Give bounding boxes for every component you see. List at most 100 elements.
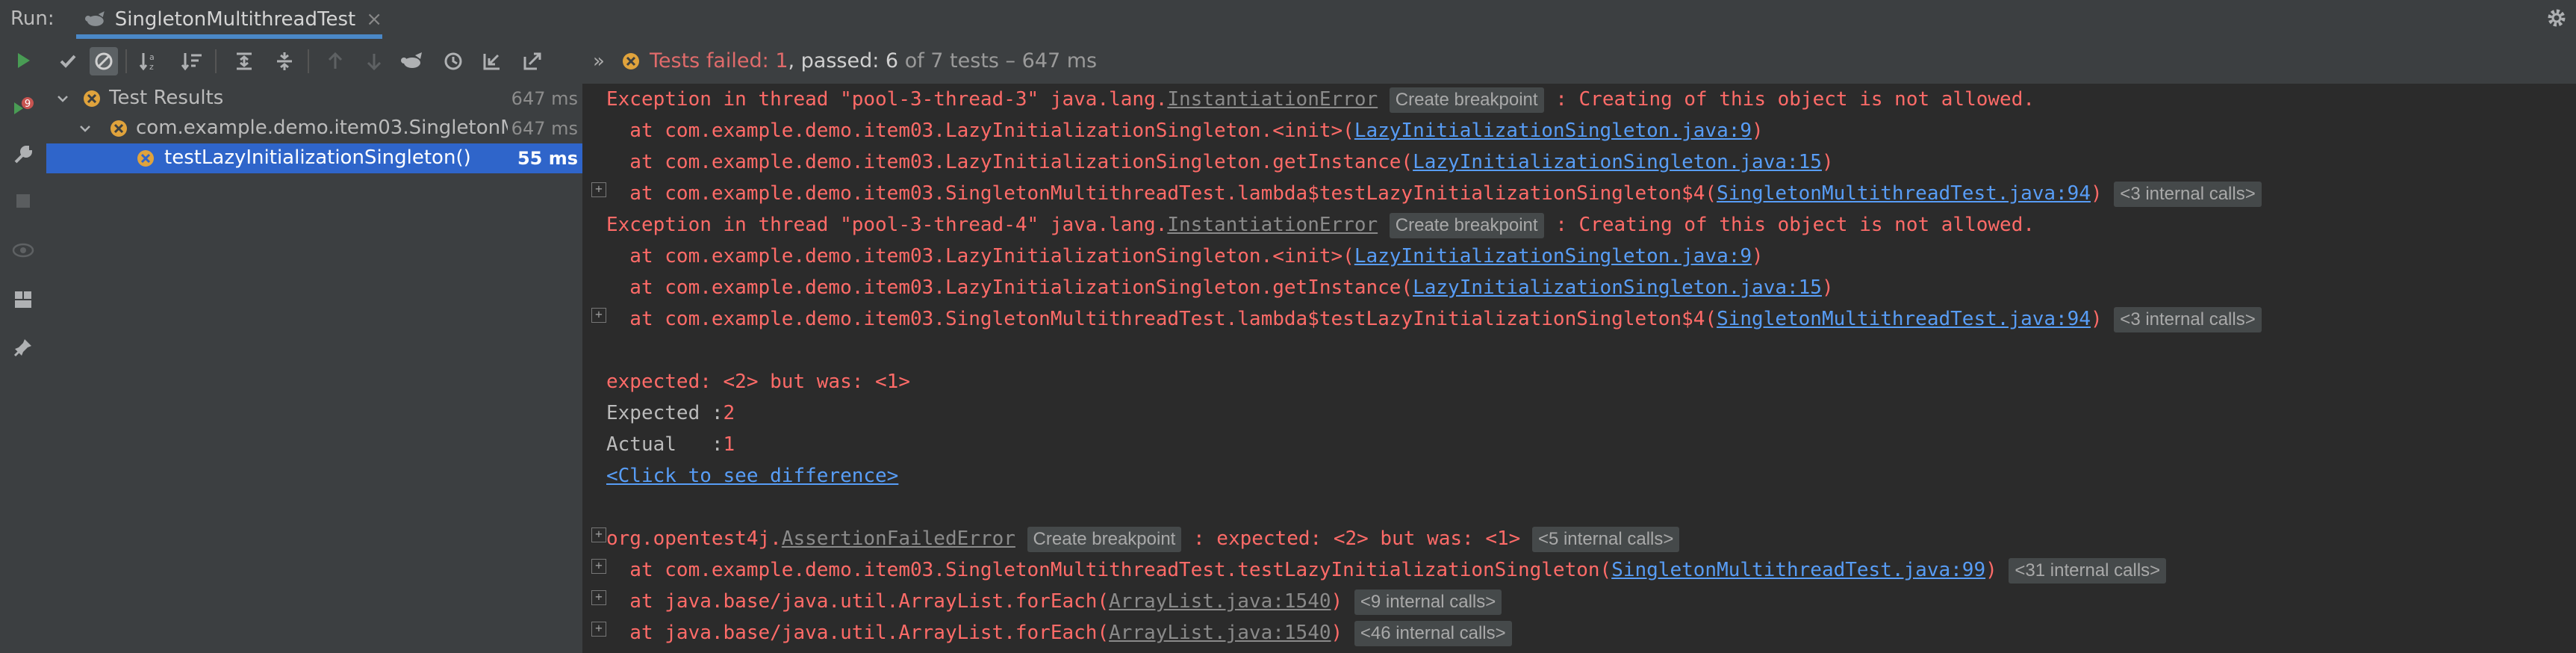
tree-item-label: com.example.demo.item03.SingletonMul <box>136 117 508 139</box>
see-difference-link[interactable]: <Click to see difference> <box>606 460 898 492</box>
run-tab-title: SingletonMultithreadTest <box>114 8 356 31</box>
console-line-stack: at com.example.demo.item03.LazyInitializ… <box>606 120 1764 142</box>
sort-alpha-icon: az <box>139 52 155 72</box>
create-breakpoint-button[interactable]: Create breakpoint <box>1389 212 1544 238</box>
console-line-stack: at com.example.demo.item03.SingletonMult… <box>606 178 2262 209</box>
sort-by-duration-button[interactable] <box>178 47 206 75</box>
library-source-link[interactable]: ArrayList.java:1540 <box>1109 622 1331 644</box>
internal-calls-toggle[interactable]: <9 internal calls> <box>1354 589 1502 615</box>
run-tab[interactable]: SingletonMultithreadTest × <box>76 0 382 39</box>
exception-class-link[interactable]: AssertionFailedError <box>782 527 1015 550</box>
export-icon <box>523 52 541 70</box>
collapse-all-icon <box>277 52 292 70</box>
ignored-icon <box>95 52 113 70</box>
arrow-down-icon <box>367 54 382 71</box>
passed-prefix: , passed: <box>788 49 886 72</box>
fold-expand-icon[interactable]: + <box>591 622 606 637</box>
svg-text:9: 9 <box>25 99 31 110</box>
pin-icon <box>13 339 31 357</box>
chevron-right-double-icon[interactable]: » <box>593 50 605 72</box>
assertion-message: expected: <2> but was: <1> <box>606 371 910 393</box>
fold-expand-icon[interactable]: + <box>591 590 606 605</box>
internal-calls-toggle[interactable]: <46 internal calls> <box>1354 620 1512 646</box>
console-line-exception: Exception in thread "pool-3-thread-4" ja… <box>606 209 2035 241</box>
exception-class-link[interactable]: InstantiationError <box>1167 214 1378 236</box>
expand-all-button[interactable] <box>230 47 258 75</box>
test-failed-icon <box>623 53 639 69</box>
test-status-bar: » Tests failed: 1, passed: 6 of 7 tests … <box>582 39 2576 84</box>
stop-button[interactable] <box>9 187 37 215</box>
import-tests-button[interactable] <box>397 47 426 75</box>
rerun-button[interactable] <box>9 46 37 75</box>
tree-item-duration: 55 ms <box>517 148 578 169</box>
view-button[interactable] <box>9 236 37 264</box>
settings-button[interactable] <box>9 140 37 169</box>
sort-duration-icon <box>181 53 202 71</box>
test-history-icon <box>401 52 422 68</box>
source-link[interactable]: LazyInitializationSingleton.java:15 <box>1413 151 1822 173</box>
chevron-down-icon[interactable] <box>78 121 93 136</box>
clock-icon <box>444 52 462 70</box>
close-icon[interactable]: × <box>366 8 382 31</box>
create-breakpoint-button[interactable]: Create breakpoint <box>1027 526 1182 552</box>
fold-expand-icon[interactable]: + <box>591 182 606 197</box>
source-link[interactable]: LazyInitializationSingleton.java:9 <box>1354 245 1752 267</box>
collapse-all-button[interactable] <box>270 47 299 75</box>
library-source-link[interactable]: ArrayList.java:1540 <box>1109 590 1331 613</box>
next-failed-button[interactable] <box>360 47 388 75</box>
tree-item-test-class[interactable]: com.example.demo.item03.SingletonMul 647… <box>46 114 582 143</box>
source-link[interactable]: SingletonMultithreadTest.java:94 <box>1717 308 2091 330</box>
toolbar-separator <box>215 49 217 73</box>
test-history-button[interactable] <box>439 47 467 75</box>
sort-alphabetically-button[interactable]: az <box>136 47 164 75</box>
show-ignored-button[interactable] <box>90 47 118 75</box>
source-link[interactable]: SingletonMultithreadTest.java:94 <box>1717 182 2091 205</box>
console-line-stack: at com.example.demo.item03.SingletonMult… <box>606 554 2167 586</box>
rerun-failed-button[interactable]: 9 <box>9 94 37 123</box>
source-link[interactable]: LazyInitializationSingleton.java:15 <box>1413 276 1822 299</box>
actual-value-line: Actual :1 <box>606 433 735 456</box>
tree-item-duration: 647 ms <box>511 118 578 139</box>
expected-value: 2 <box>723 402 735 424</box>
internal-calls-toggle[interactable]: <3 internal calls> <box>2114 306 2262 332</box>
import-button[interactable] <box>478 47 506 75</box>
console-line-stack: at com.example.demo.item03.LazyInitializ… <box>606 245 1764 267</box>
internal-calls-toggle[interactable]: <3 internal calls> <box>2114 181 2262 207</box>
test-run-icon <box>84 11 105 26</box>
gear-icon[interactable] <box>2545 6 2569 30</box>
show-passed-button[interactable] <box>54 47 82 75</box>
layout-button[interactable] <box>9 285 37 314</box>
console-line-stack: at java.base/java.util.ArrayList.forEach… <box>606 586 1502 617</box>
internal-calls-toggle[interactable]: <31 internal calls> <box>2009 557 2167 584</box>
test-summary: Tests failed: 1, passed: 6 of 7 tests – … <box>650 49 1097 72</box>
test-failed-icon <box>84 90 100 107</box>
tree-item-test-method[interactable]: testLazyInitializationSingleton() 55 ms <box>46 143 582 173</box>
toolbar-separator <box>125 49 127 73</box>
play-icon <box>18 53 30 68</box>
failed-count: 1 <box>775 49 788 72</box>
stop-icon <box>16 194 30 208</box>
internal-calls-toggle[interactable]: <5 internal calls> <box>1531 526 1680 552</box>
run-toolwindow-header: Run: SingletonMultithreadTest × <box>0 0 2576 40</box>
console-line-stack: at com.example.demo.item03.LazyInitializ… <box>606 151 1834 173</box>
fold-expand-icon[interactable]: + <box>591 308 606 323</box>
fold-expand-icon[interactable]: + <box>591 527 606 542</box>
arrow-up-icon <box>328 52 343 69</box>
summary-suffix: of 7 tests – 647 ms <box>898 49 1098 72</box>
test-runner-toolbar: az <box>46 39 582 84</box>
tree-root-test-results[interactable]: Test Results 647 ms <box>46 84 582 114</box>
previous-failed-button[interactable] <box>321 47 349 75</box>
create-breakpoint-button[interactable]: Create breakpoint <box>1389 87 1544 113</box>
chevron-down-icon[interactable] <box>55 91 70 106</box>
layout-icon <box>15 291 31 308</box>
fold-expand-icon[interactable]: + <box>591 559 606 574</box>
source-link[interactable]: SingletonMultithreadTest.java:99 <box>1611 559 1985 581</box>
export-button[interactable] <box>518 47 547 75</box>
console-line-stack: at com.example.demo.item03.SingletonMult… <box>606 303 2262 335</box>
actual-value: 1 <box>723 433 735 456</box>
console-output[interactable]: Exception in thread "pool-3-thread-3" ja… <box>582 84 2576 653</box>
tree-item-label: testLazyInitializationSingleton() <box>164 146 471 169</box>
exception-class-link[interactable]: InstantiationError <box>1167 88 1378 111</box>
source-link[interactable]: LazyInitializationSingleton.java:9 <box>1354 120 1752 142</box>
pin-button[interactable] <box>9 333 37 362</box>
